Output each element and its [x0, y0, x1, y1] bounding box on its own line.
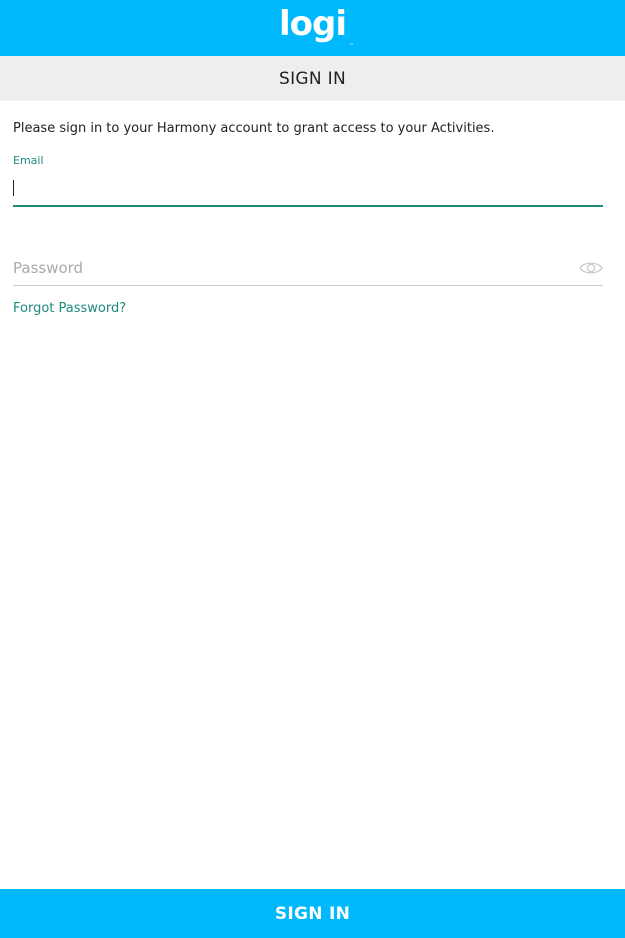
- sign-in-button[interactable]: SIGN IN: [0, 889, 625, 938]
- password-input[interactable]: [13, 254, 573, 282]
- email-field[interactable]: [13, 172, 603, 207]
- eye-icon[interactable]: [579, 260, 603, 276]
- title-bar: SIGN IN: [0, 56, 625, 101]
- text-cursor: [13, 180, 14, 196]
- sign-in-page: logi ™ SIGN IN Please sign in to your Har…: [0, 0, 625, 938]
- intro-text: Please sign in to your Harmony account t…: [13, 121, 495, 136]
- logo-text: logi: [278, 4, 347, 44]
- email-label: Email: [13, 154, 44, 167]
- page-title: SIGN IN: [279, 68, 346, 89]
- password-field[interactable]: [13, 254, 603, 286]
- brand-header: logi ™: [0, 0, 625, 56]
- forgot-password-link[interactable]: Forgot Password?: [13, 301, 126, 316]
- logi-logo: logi ™: [278, 4, 354, 49]
- email-input[interactable]: [13, 172, 603, 204]
